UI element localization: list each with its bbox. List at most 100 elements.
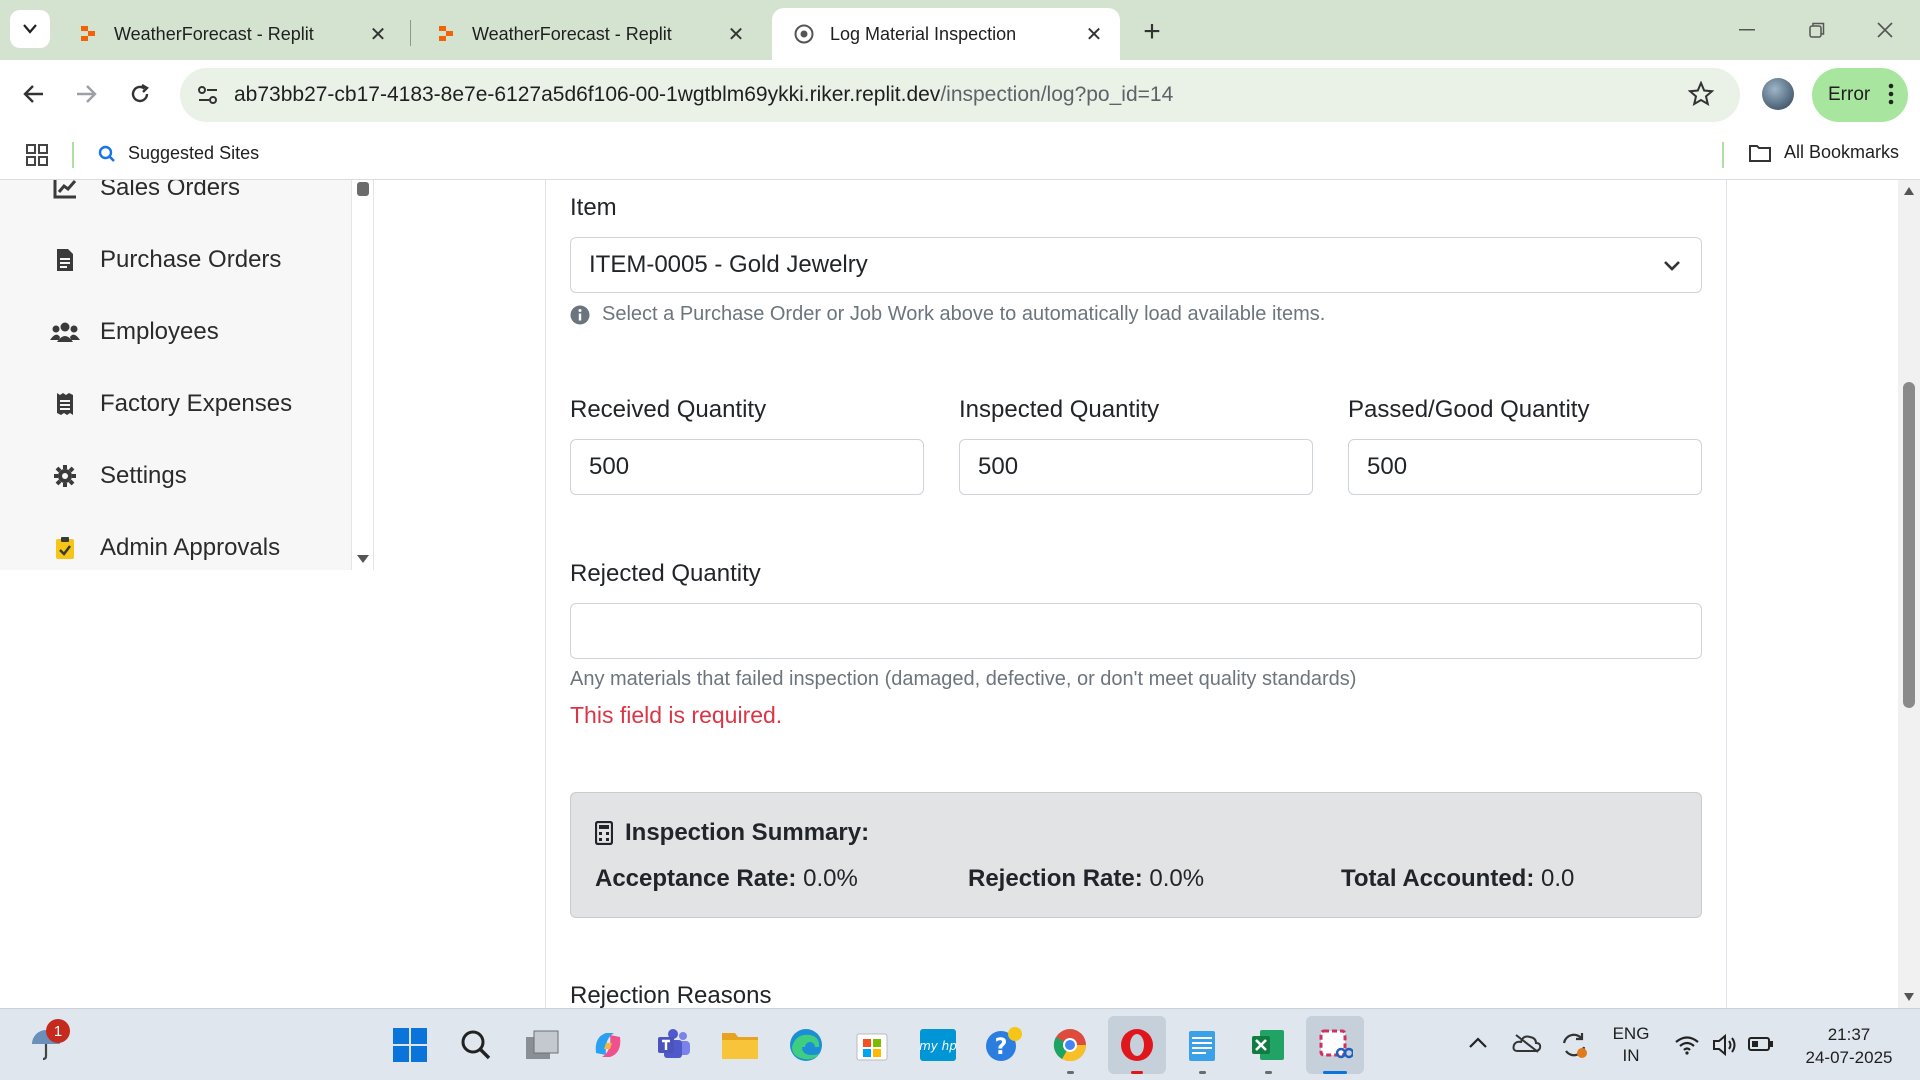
scroll-down-arrow-icon[interactable] [356,554,370,564]
running-indicator [1067,1071,1074,1074]
language-indicator[interactable]: ENG IN [1606,1023,1656,1067]
site-info-icon[interactable] [196,83,220,112]
all-bookmarks-button[interactable]: All Bookmarks [1748,142,1899,163]
apps-grid-icon[interactable] [26,144,48,171]
snipping-tool-app[interactable] [1306,1016,1364,1074]
star-icon[interactable] [1687,80,1715,112]
minimize-button[interactable] [1724,10,1770,50]
passed-quantity-label: Passed/Good Quantity [1348,396,1590,423]
running-indicator [1265,1071,1272,1074]
bookmark-divider [1722,142,1724,168]
inspected-quantity-value: 500 [978,453,1019,480]
back-button[interactable] [14,74,54,114]
profile-error-button[interactable]: Error [1812,68,1908,122]
more-vertical-icon[interactable] [1888,82,1894,112]
edge-app[interactable] [782,1021,830,1069]
chevron-up-icon[interactable] [1468,1037,1488,1049]
url-text[interactable]: ab73bb27-cb17-4183-8e7e-6127a5d6f106-00-… [234,83,1173,107]
url-path: /inspection/log?po_id=14 [940,83,1174,106]
bookmark-suggested-sites[interactable]: Suggested Sites [98,143,259,164]
chrome-icon [1053,1029,1087,1062]
window-close-button[interactable] [1862,10,1908,50]
gear-icon [50,461,80,491]
inspected-quantity-input[interactable]: 500 [959,439,1313,495]
myhp-app[interactable]: my hp [914,1021,962,1069]
scroll-down-arrow-icon[interactable] [1903,992,1915,1002]
excel-app[interactable] [1244,1021,1292,1069]
sidebar-item-label: Employees [100,318,219,345]
calculator-icon [595,821,613,845]
sidebar-item-settings[interactable]: Settings [50,456,187,496]
close-icon[interactable]: ✕ [364,20,392,48]
item-select[interactable]: ITEM-0005 - Gold Jewelry [570,237,1702,293]
clipboard-check-icon [50,533,80,563]
rejected-quantity-input[interactable] [570,603,1702,659]
chevron-down-icon [23,24,37,34]
summary-title-text: Inspection Summary: [625,819,870,846]
battery-icon[interactable] [1748,1035,1774,1053]
passed-quantity-value: 500 [1367,453,1408,480]
close-icon[interactable]: ✕ [722,20,750,48]
notepad-icon [1189,1031,1215,1061]
file-invoice-icon [50,245,80,275]
sidebar-item-employees[interactable]: Employees [50,312,219,352]
notepad-app[interactable] [1178,1021,1226,1069]
address-bar[interactable]: ab73bb27-cb17-4183-8e7e-6127a5d6f106-00-… [180,68,1740,122]
new-tab-button[interactable]: + [1132,12,1172,52]
search-icon [98,145,115,162]
item-hint-text: Select a Purchase Order or Job Work abov… [602,303,1326,325]
wifi-icon[interactable] [1674,1035,1700,1055]
sidebar-item-label: Settings [100,462,187,489]
profile-avatar[interactable] [1762,78,1794,110]
volume-icon[interactable] [1712,1033,1738,1057]
page-scroll-thumb[interactable] [1903,382,1915,708]
clock[interactable]: 21:37 24-07-2025 [1794,1023,1904,1069]
sidebar-item-factory-expenses[interactable]: Factory Expenses [50,384,292,424]
passed-quantity-input[interactable]: 500 [1348,439,1702,495]
sync-icon[interactable] [1560,1031,1588,1059]
forward-button[interactable] [66,74,106,114]
start-button[interactable] [386,1021,434,1069]
rejection-rate-label: Rejection Rate: [968,865,1143,892]
url-host: ab73bb27-cb17-4183-8e7e-6127a5d6f106-00-… [234,83,941,106]
sidebar-item-sales-orders[interactable]: Sales Orders [50,180,240,208]
tab-search-button[interactable] [10,10,50,48]
sidebar-scroll-thumb[interactable] [357,182,369,196]
search-icon [461,1030,491,1060]
restore-button[interactable] [1794,10,1840,50]
opera-app[interactable] [1108,1016,1166,1074]
close-icon[interactable]: ✕ [1080,20,1108,48]
tab-divider [410,20,411,46]
sidebar-item-admin-approvals[interactable]: Admin Approvals [50,528,280,568]
scroll-up-arrow-icon[interactable] [1903,186,1915,196]
browser-tab-bar: WeatherForecast - Replit ✕ WeatherForeca… [0,0,1920,60]
rejection-rate: Rejection Rate: 0.0% [968,865,1204,893]
sidebar-scrollbar[interactable] [352,180,374,570]
received-quantity-input[interactable]: 500 [570,439,924,495]
acceptance-rate: Acceptance Rate: 0.0% [595,865,858,893]
tab-weather-1[interactable]: WeatherForecast - Replit ✕ [56,8,404,60]
copilot-app[interactable] [584,1021,632,1069]
tab-weather-2[interactable]: WeatherForecast - Replit ✕ [414,8,762,60]
replit-icon [436,24,456,44]
opera-icon [1121,1029,1153,1061]
help-app[interactable]: ? [980,1021,1028,1069]
page-scrollbar[interactable] [1898,180,1920,1008]
file-explorer-app[interactable] [716,1021,764,1069]
search-button[interactable] [452,1021,500,1069]
help-icon: ? [986,1027,1022,1061]
chrome-app[interactable] [1046,1021,1094,1069]
task-view-button[interactable] [518,1021,566,1069]
windows-logo-icon [393,1028,427,1062]
copilot-icon [595,1033,621,1057]
tab-log-inspection[interactable]: Log Material Inspection ✕ [772,8,1120,60]
reload-button[interactable] [120,74,160,114]
info-circle-icon [570,305,590,324]
bookmarks-bar: Suggested Sites All Bookmarks [0,130,1920,180]
rejected-quantity-hint: Any materials that failed inspection (da… [570,668,1357,690]
tab-title: Log Material Inspection [830,23,1017,44]
sidebar-item-purchase-orders[interactable]: Purchase Orders [50,240,281,280]
teams-app[interactable] [650,1021,698,1069]
onedrive-icon[interactable] [1512,1033,1542,1053]
microsoft-store-app[interactable] [848,1021,896,1069]
